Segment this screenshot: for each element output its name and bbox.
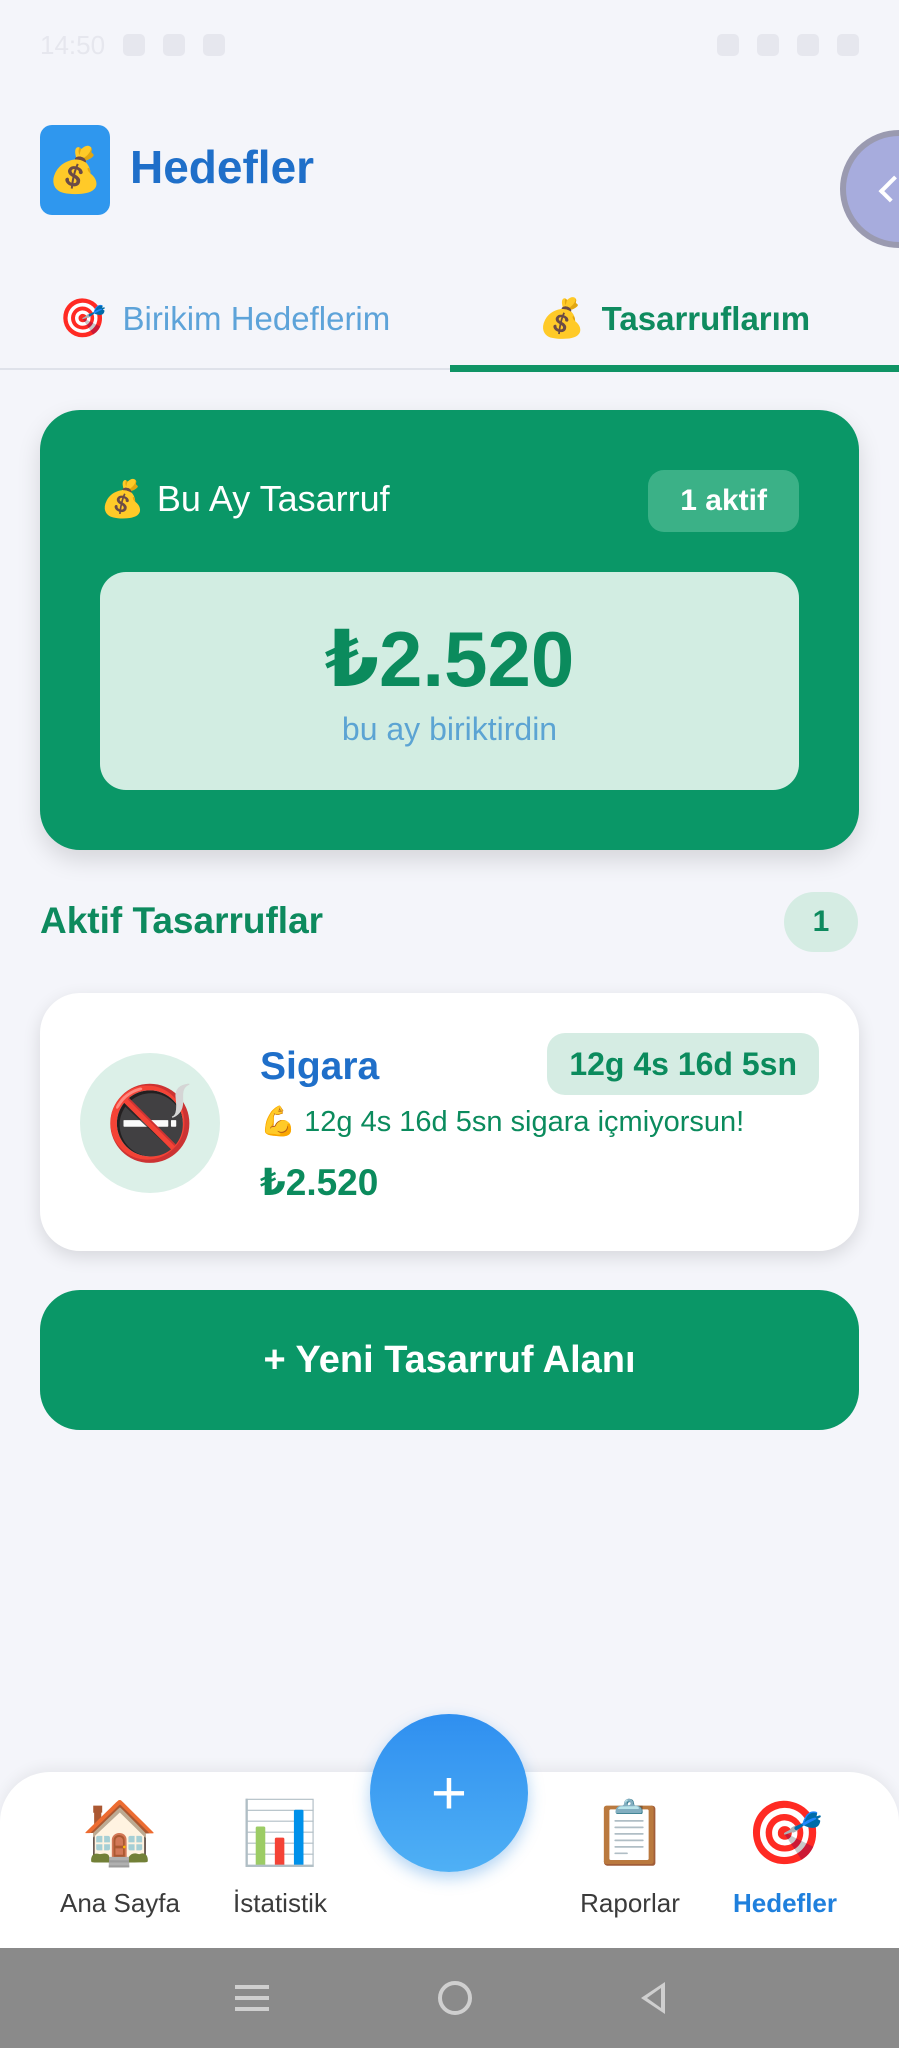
bar-chart-icon: 📊 <box>241 1798 319 1868</box>
summary-amount-box: ₺2.520 bu ay biriktirdin <box>100 572 799 790</box>
chevron-left-icon <box>878 175 899 203</box>
notification-icon <box>123 34 146 56</box>
money-bag-icon: 💰 <box>40 125 110 215</box>
clipboard-icon: 📋 <box>591 1798 669 1868</box>
item-timer-badge: 12g 4s 16d 5sn <box>547 1033 819 1095</box>
monthly-savings-card: 💰 Bu Ay Tasarruf 1 aktif ₺2.520 bu ay bi… <box>40 410 859 850</box>
nav-item-goals[interactable]: 🎯 Hedefler <box>705 1792 865 1919</box>
active-count-badge: 1 aktif <box>648 470 799 532</box>
notification-icon <box>163 34 186 56</box>
nav-item-statistics[interactable]: 📊 İstatistik <box>200 1792 360 1919</box>
back-icon[interactable] <box>640 1982 665 2014</box>
tab-savings-goals[interactable]: 🎯 Birikim Hedeflerim <box>0 270 450 368</box>
tab-label: Birikim Hedeflerim <box>122 300 391 337</box>
nav-label: Hedefler <box>732 1888 838 1918</box>
money-bag-icon: 💰 <box>538 298 586 340</box>
summary-amount: ₺2.520 <box>324 615 575 703</box>
summary-title-text: Bu Ay Tasarruf <box>156 478 390 519</box>
tab-label: Tasarruflarım <box>601 300 811 337</box>
summary-subtitle: bu ay biriktirdin <box>341 711 558 747</box>
new-saving-button[interactable]: + Yeni Tasarruf Alanı <box>40 1290 859 1430</box>
item-amount: ₺2.520 <box>260 1162 379 1203</box>
notification-icon <box>203 34 226 56</box>
money-bag-icon: 💰 <box>100 478 145 519</box>
battery-icon <box>837 34 859 56</box>
section-title: Aktif Tasarruflar <box>40 900 324 941</box>
page-title: Hedefler <box>130 141 315 193</box>
nav-label: İstatistik <box>233 1888 327 1918</box>
add-fab-button[interactable]: + <box>370 1714 528 1872</box>
tab-savings[interactable]: 💰 Tasarruflarım <box>449 270 899 372</box>
status-right <box>717 34 859 56</box>
status-bar: 14:50 <box>0 0 899 90</box>
no-smoking-icon: 🚭 <box>80 1053 220 1193</box>
target-icon: 🎯 <box>746 1798 824 1868</box>
nav-label: Ana Sayfa <box>60 1888 180 1918</box>
menu-icon[interactable] <box>234 1985 269 2011</box>
saving-item-card[interactable]: 🚭 Sigara 12g 4s 16d 5sn 💪 12g 4s 16d 5sn… <box>40 993 859 1251</box>
nav-item-reports[interactable]: 📋 Raporlar <box>550 1792 710 1919</box>
side-panel-handle[interactable] <box>840 130 899 248</box>
target-icon: 🎯 <box>59 298 107 340</box>
home-icon[interactable] <box>437 1981 472 2015</box>
summary-title: 💰 Bu Ay Tasarruf <box>100 478 390 520</box>
status-left: 14:50 <box>40 29 226 61</box>
system-nav-bar <box>0 1948 899 2048</box>
app-screen: 14:50 💰 Hedefler 🎯 Birikim Hedeflerim 💰 … <box>0 0 899 2048</box>
signal-icon <box>797 34 819 56</box>
item-message: 💪 12g 4s 16d 5sn sigara içmiyorsun! <box>260 1106 745 1138</box>
item-name: Sigara <box>260 1045 380 1088</box>
nav-label: Raporlar <box>580 1888 680 1918</box>
wifi-icon <box>757 34 779 56</box>
house-icon: 🏠 <box>81 1798 159 1868</box>
tab-bar: 🎯 Birikim Hedeflerim 💰 Tasarruflarım <box>0 270 899 372</box>
status-time: 14:50 <box>40 29 106 60</box>
nav-item-home[interactable]: 🏠 Ana Sayfa <box>40 1792 200 1919</box>
alarm-icon <box>717 34 739 56</box>
section-count-badge: 1 <box>784 892 858 952</box>
